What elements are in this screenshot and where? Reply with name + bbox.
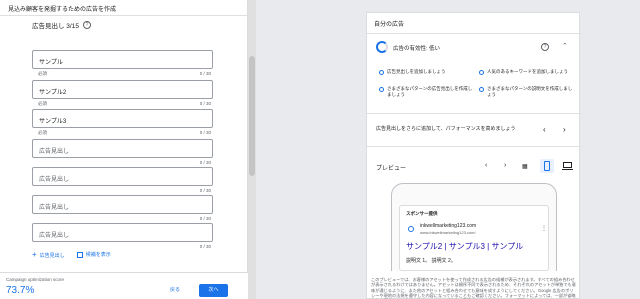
plus-icon: + — [32, 250, 37, 259]
help-icon[interactable]: ? — [82, 21, 91, 29]
ad-preview-card: スポンサー提供 inkwellmarketing123.com www.inkw… — [399, 205, 549, 271]
headlines-section-title: 広告見出し 3/15 ? — [32, 20, 91, 30]
editor-footer: Campaign optimization score 73.7% 戻る 次へ — [0, 272, 248, 299]
char-count: 0 / 30 — [199, 130, 211, 135]
headline-field-1[interactable]: サンプル — [32, 50, 213, 69]
help-icon[interactable]: ? — [541, 43, 549, 51]
show-candidates-label: 候補を表示 — [85, 252, 111, 258]
divider — [367, 146, 581, 147]
ad-description: 説明文 1。 説明文 2。 — [406, 258, 456, 264]
headline-field-3[interactable]: サンプル3 — [32, 109, 213, 128]
ad-domain: inkwellmarketing123.com — [420, 223, 477, 229]
ad-preview-panel: 自分の広告 広告の有効性: 低い ? ⌃ 広告見出しを追加しましょう 人気のある… — [366, 12, 581, 299]
headline-field-7[interactable]: 広告見出し — [32, 223, 213, 242]
ad-url: www.inkwellmarketing123.com/ — [420, 230, 476, 235]
add-headline-label: 広告見出し — [39, 253, 65, 259]
divider — [367, 33, 581, 34]
headline-field-6[interactable]: 広告見出し — [32, 195, 213, 214]
headline-actions: + 広告見出し 候補を表示 — [32, 250, 111, 259]
scrollbar-thumb[interactable] — [249, 56, 255, 176]
divider — [367, 113, 581, 114]
more-vert-icon[interactable]: ⋮ — [541, 225, 547, 232]
improvement-hint: 広告見出しをさらに追加して、パフォーマンスを高めましょう — [376, 126, 516, 132]
chevron-left-icon[interactable]: ‹ — [485, 162, 487, 169]
mobile-preview-toggle[interactable] — [540, 159, 554, 173]
suggestion-text: 人気のあるキーワードを追加しましょう — [487, 69, 568, 74]
radio-circle-icon — [479, 86, 484, 92]
headline-field-4[interactable]: 広告見出し — [32, 139, 213, 158]
collapse-icon[interactable]: ⌃ — [562, 42, 568, 50]
chevron-right-icon[interactable]: › — [504, 162, 506, 169]
radio-circle-icon — [479, 69, 484, 75]
suggestion-item[interactable]: さまざまなパターンの広告見出しを作成しましょう — [379, 86, 474, 98]
preview-disclaimer: このプレビューでは、お客様のアセットを使って作成される広告の候補が表示されます。… — [371, 277, 576, 299]
globe-icon — [408, 226, 414, 232]
char-count: 0 / 30 — [199, 216, 211, 221]
preview-label: プレビュー — [376, 166, 407, 172]
suggestion-item[interactable]: 人気のあるキーワードを追加しましょう — [479, 69, 574, 75]
chevron-left-icon[interactable]: ‹ — [543, 125, 546, 134]
panel-header: 見込み顧客を発掘するための広告を作成 — [0, 0, 247, 16]
ad-strength-label: 広告の有効性: 低い — [393, 46, 441, 52]
suggestion-text: さまざまなパターンの説明文を作成しましょう — [487, 86, 573, 97]
suggestion-item[interactable]: さまざまなパターンの説明文を作成しましょう — [479, 86, 574, 98]
headline-field-2[interactable]: サンプル2 — [32, 80, 213, 99]
char-count: 0 / 30 — [199, 188, 211, 193]
suggestion-text: さまざまなパターンの広告見出しを作成しましょう — [387, 86, 473, 97]
smartphone-icon — [544, 161, 550, 171]
ad-editor-panel: 見込み顧客を発掘するための広告を作成 広告見出し 3/15 ? サンプル 必須 … — [0, 0, 248, 299]
char-count: 0 / 30 — [199, 160, 211, 165]
back-button[interactable]: 戻る — [170, 286, 180, 293]
your-ad-title: 自分の広告 — [374, 22, 405, 28]
char-count: 0 / 30 — [199, 71, 211, 76]
ad-headline[interactable]: サンプル2 | サンプル3 | サンプル — [406, 241, 523, 252]
radio-circle-icon — [379, 86, 384, 92]
headlines-section-label: 広告見出し 3/15 — [32, 23, 79, 30]
add-headline-button[interactable]: + 広告見出し — [32, 250, 65, 259]
optimization-score-label: Campaign optimization score — [6, 277, 65, 282]
required-label: 必須 — [38, 101, 47, 106]
suggestion-text: 広告見出しを追加しましょう — [387, 69, 446, 74]
candidates-icon — [76, 251, 83, 258]
show-candidates-button[interactable]: 候補を表示 — [76, 251, 111, 258]
chevron-right-icon[interactable]: › — [563, 125, 566, 134]
optimization-score-value: 73.7% — [6, 285, 35, 296]
char-count: 0 / 30 — [199, 244, 211, 249]
sponsored-label: スポンサー提供 — [406, 211, 438, 216]
laptop-icon[interactable] — [562, 162, 573, 170]
suggestion-item[interactable]: 広告見出しを追加しましょう — [379, 69, 474, 75]
char-count: 0 / 30 — [199, 101, 211, 106]
radio-circle-icon — [379, 69, 384, 75]
headline-field-5[interactable]: 広告見出し — [32, 167, 213, 186]
next-button[interactable]: 次へ — [199, 284, 228, 297]
required-label: 必須 — [38, 130, 47, 135]
grid-view-icon[interactable]: ▦ — [522, 163, 528, 170]
required-label: 必須 — [38, 71, 47, 76]
ad-strength-ring-icon — [376, 41, 388, 53]
